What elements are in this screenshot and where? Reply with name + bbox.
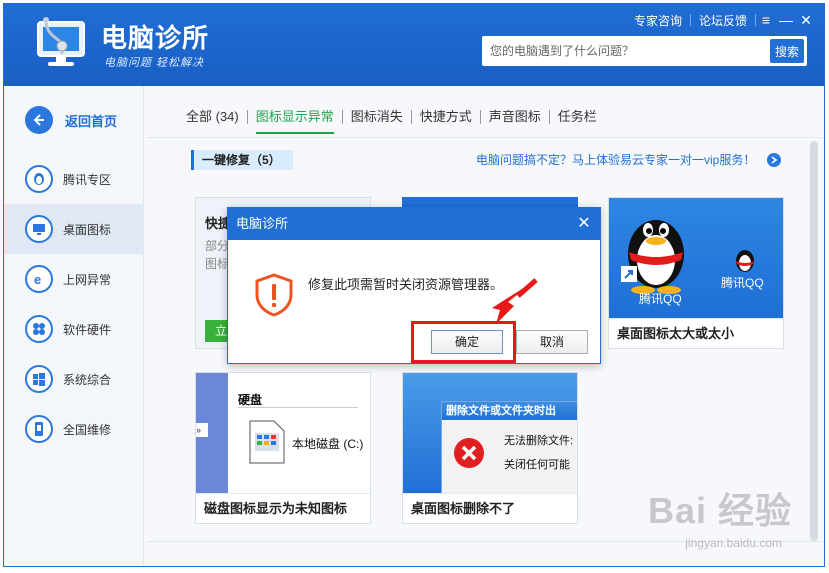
monitor-icon	[25, 215, 53, 243]
qq-small-icon	[736, 250, 754, 272]
penguin-icon	[25, 165, 53, 193]
dialog-title: 电脑诊所	[228, 208, 600, 240]
tab-all[interactable]: 全部 (34)	[186, 104, 247, 130]
warning-shield-icon	[255, 273, 293, 317]
qq-label: 腾讯QQ	[721, 276, 764, 290]
sidebar-item-label: 上网异常	[63, 272, 112, 287]
tab-taskbar[interactable]: 任务栏	[550, 104, 605, 130]
watermark-url: jingyan.baidu.com	[685, 536, 782, 550]
fix-card-icon-size[interactable]: 腾讯QQ 腾讯QQ 桌面图标太大或太小	[608, 197, 784, 349]
confirm-dialog: 电脑诊所 ✕ 修复此项需暂时关闭资源管理器。 确定 取消	[227, 207, 601, 364]
card-preview: » 硬盘 本地磁盘 (C:)	[196, 373, 370, 495]
error-icon	[454, 438, 484, 468]
sidebar-item-label: 腾讯专区	[63, 172, 112, 187]
dialog-close-icon[interactable]: ✕	[574, 208, 594, 240]
sidebar-item-repair[interactable]: 全国维修	[4, 404, 144, 454]
back-home-label: 返回首页	[65, 113, 118, 129]
menu-icon[interactable]: ≡	[756, 12, 776, 28]
close-icon[interactable]: ✕	[796, 12, 816, 29]
tab-icon-display-error[interactable]: 图标显示异常	[248, 104, 342, 134]
minimize-icon[interactable]: —	[776, 12, 796, 28]
chevron-right-icon	[767, 152, 782, 167]
card-desc: 图标	[205, 257, 230, 271]
disk-label: 本地磁盘 (C:)	[292, 437, 364, 451]
svg-text:e: e	[34, 272, 41, 287]
header: 电脑诊所 电脑问题 轻松解决 专家咨询 论坛反馈 ≡ — ✕ 搜索	[4, 4, 824, 86]
unknown-file-icon	[249, 420, 285, 464]
vip-promo-link[interactable]: 电脑问题搞不定？马上体验易云专家一对一vip服务！	[476, 151, 782, 168]
fix-card-cannot-delete[interactable]: 删除文件或文件夹时出 无法删除文件: 关闭任何可能 桌面图标删除不了	[402, 372, 578, 524]
sidebar-item-tencent[interactable]: 腾讯专区	[4, 154, 144, 204]
error-window: 删除文件或文件夹时出 无法删除文件: 关闭任何可能	[441, 401, 577, 495]
explorer-pane: »	[196, 373, 228, 495]
error-line: 关闭任何可能	[504, 459, 570, 471]
tab-shortcuts[interactable]: 快捷方式	[412, 104, 480, 130]
browser-icon: e	[25, 265, 53, 293]
search-button[interactable]: 搜索	[770, 39, 804, 63]
app-window: 电脑诊所 电脑问题 轻松解决 专家咨询 论坛反馈 ≡ — ✕ 搜索 返回首页	[3, 3, 825, 567]
sidebar: 返回首页 腾讯专区 桌面图标 e 上网异常 软件硬件 系统综合 全国维修	[4, 86, 144, 566]
card-preview: 腾讯QQ 腾讯QQ	[609, 198, 783, 320]
back-arrow-icon	[25, 106, 53, 134]
sidebar-item-internet[interactable]: e 上网异常	[4, 254, 144, 304]
watermark: Bai 经验	[647, 490, 792, 531]
card-caption: 磁盘图标显示为未知图标	[196, 493, 370, 523]
disk-header: 硬盘	[238, 393, 263, 407]
card-caption: 桌面图标删除不了	[403, 493, 577, 523]
logo-icon	[37, 17, 85, 66]
tab-icon-missing[interactable]: 图标消失	[343, 104, 411, 130]
forum-feedback-link[interactable]: 论坛反馈	[691, 12, 755, 29]
error-line: 无法删除文件:	[504, 435, 574, 447]
back-home-button[interactable]: 返回首页	[4, 98, 144, 142]
app-slogan: 电脑问题 轻松解决	[104, 57, 205, 69]
promo-text: 电脑问题搞不定？马上体验易云专家一对一vip服务！	[476, 153, 756, 167]
error-title: 删除文件或文件夹时出	[442, 402, 577, 420]
shortcut-arrow-icon	[621, 266, 637, 282]
divider	[147, 137, 824, 138]
sidebar-item-software-hardware[interactable]: 软件硬件	[4, 304, 144, 354]
fix-card-disk-icon[interactable]: » 硬盘 本地磁盘 (C:) 磁盘图标显示为未知图标	[195, 372, 371, 524]
sidebar-item-label: 软件硬件	[63, 322, 112, 337]
scrollbar[interactable]	[810, 141, 818, 541]
category-tabs: 全部 (34) 图标显示异常 图标消失 快捷方式 声音图标 任务栏	[186, 104, 605, 134]
sidebar-item-label: 全国维修	[63, 422, 112, 437]
annotation-arrow-icon	[492, 278, 538, 324]
search-input[interactable]	[482, 36, 767, 66]
divider	[238, 407, 358, 408]
expert-consult-link[interactable]: 专家咨询	[626, 12, 690, 29]
sidebar-item-label: 桌面图标	[63, 222, 112, 237]
card-caption: 桌面图标太大或太小	[609, 318, 783, 348]
section-tag: 一键修复（5）	[191, 150, 293, 170]
sidebar-item-label: 系统综合	[63, 372, 112, 387]
top-links: 专家咨询 论坛反馈 ≡ — ✕	[626, 10, 816, 30]
phone-icon	[25, 415, 53, 443]
sidebar-item-system[interactable]: 系统综合	[4, 354, 144, 404]
sidebar-item-desktop-icons[interactable]: 桌面图标	[4, 204, 144, 254]
tab-sound-icon[interactable]: 声音图标	[481, 104, 549, 130]
chevron-icon: »	[196, 423, 208, 437]
qq-label: 腾讯QQ	[639, 292, 682, 306]
app-title: 电脑诊所	[101, 23, 210, 53]
gear-icon	[25, 315, 53, 343]
search-box: 搜索	[482, 36, 807, 66]
card-desc: 部分	[205, 239, 230, 253]
card-preview: 删除文件或文件夹时出 无法删除文件: 关闭任何可能	[403, 373, 577, 495]
windows-icon	[25, 365, 53, 393]
